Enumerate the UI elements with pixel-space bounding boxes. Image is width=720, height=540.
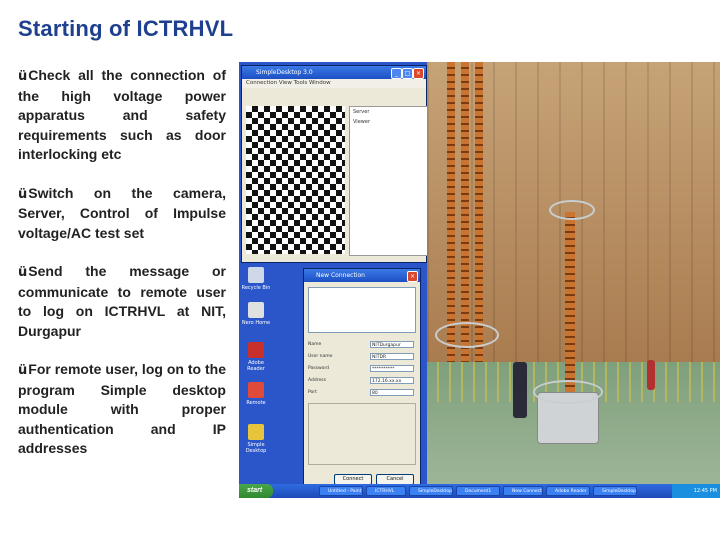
maximize-button[interactable]: □ (402, 68, 413, 79)
remote-icon (248, 382, 264, 398)
remote-view-canvas[interactable] (246, 106, 345, 254)
recycle-bin-icon (248, 267, 264, 283)
taskbar-item[interactable]: Adobe Reader (546, 486, 590, 496)
menu-bar[interactable]: Connection View Tools Window (242, 79, 426, 88)
field-row: Port 80 (308, 389, 416, 397)
close-button[interactable]: × (413, 68, 424, 79)
field-label: Name (308, 342, 322, 347)
field-row: Address 172.16.xx.xx (308, 377, 416, 385)
connection-list[interactable] (308, 287, 416, 333)
address-field[interactable]: 172.16.xx.xx (370, 377, 414, 384)
nero-icon (248, 302, 264, 318)
username-field[interactable]: NITDR (370, 353, 414, 360)
impulse-column (447, 62, 455, 362)
bullet-text: Send the message or communicate to remot… (18, 263, 226, 339)
bullet-text: For remote user, log on to the program S… (18, 361, 226, 456)
desktop-icon-nero[interactable]: Nero Home (241, 302, 271, 326)
check-icon: ü (18, 69, 28, 84)
taskbar-item[interactable]: New Connection (503, 486, 543, 496)
corona-ring (549, 200, 595, 220)
field-row: Password ********** (308, 365, 416, 373)
options-group (308, 403, 416, 465)
side-item-server[interactable]: Server (350, 107, 427, 117)
desktop-icon-label: Recycle Bin (241, 285, 271, 291)
simple-desktop-icon (248, 424, 264, 440)
field-label: User name (308, 354, 333, 359)
dialog-title: New Connection (316, 272, 365, 279)
connection-panel: Server Viewer (349, 106, 428, 256)
slide-title: Starting of ICTRHVL (18, 16, 234, 41)
bullet-list: üCheck all the connection of the high vo… (18, 66, 226, 478)
new-connection-dialog: New Connection × Name NITDurgapur User n… (303, 268, 421, 491)
field-label: Port (308, 390, 317, 395)
impulse-column (475, 62, 483, 362)
corona-ring (533, 380, 603, 404)
desktop-icon-label: Adobe Reader (247, 360, 265, 372)
bullet-item: üFor remote user, log on to the program … (18, 360, 226, 459)
dialog-close-button[interactable]: × (407, 271, 418, 282)
taskbar-item[interactable]: ICTRHVL (366, 486, 406, 496)
desktop-icon-label: Simple Desktop (245, 442, 267, 454)
fire-extinguisher (647, 360, 655, 390)
desktop-icon-label: Remote (246, 400, 266, 406)
window-title: SimpleDesktop 3.0 (256, 69, 313, 76)
bullet-item: üSwitch on the camera, Server, Control o… (18, 184, 226, 244)
bullet-text: Switch on the camera, Server, Control of… (18, 184, 226, 241)
bullet-item: üSend the message or communicate to remo… (18, 262, 226, 341)
desktop-icon-recycle[interactable]: Recycle Bin (241, 267, 271, 291)
field-label: Address (308, 378, 326, 383)
check-icon: ü (18, 363, 28, 378)
name-field[interactable]: NITDurgapur (370, 341, 414, 348)
person (513, 362, 527, 418)
lab-photo (427, 62, 720, 484)
bullet-item: üCheck all the connection of the high vo… (18, 66, 226, 165)
system-tray: 12:45 PM (672, 484, 720, 498)
divider-column (565, 212, 575, 402)
start-button[interactable]: start (239, 484, 273, 498)
simpledesktop-window: SimpleDesktop 3.0 _ □ × Connection View … (241, 65, 428, 263)
taskbar-item[interactable]: Untitled - Paint (319, 486, 363, 496)
desktop-icon-adobe[interactable]: Adobe Reader (241, 342, 271, 372)
taskbar-item[interactable]: SimpleDesktop 3 (593, 486, 637, 496)
taskbar-item[interactable]: SimpleDesktop (409, 486, 453, 496)
taskbar: start Untitled - Paint ICTRHVL SimpleDes… (239, 484, 720, 498)
desktop-icon-label: Nero Home (241, 320, 271, 326)
bullet-text: Check all the connection of the high vol… (18, 67, 226, 162)
password-field[interactable]: ********** (370, 365, 414, 372)
check-icon: ü (18, 265, 28, 280)
minimize-button[interactable]: _ (391, 68, 402, 79)
dialog-titlebar: New Connection × (304, 269, 420, 282)
port-field[interactable]: 80 (370, 389, 414, 396)
window-titlebar: SimpleDesktop 3.0 _ □ × (242, 66, 426, 79)
desktop-icon-simple[interactable]: Simple Desktop (241, 424, 271, 454)
side-item-viewer[interactable]: Viewer (350, 117, 427, 127)
field-label: Password (308, 366, 330, 371)
taskbar-item[interactable]: Document1 (456, 486, 500, 496)
check-icon: ü (18, 186, 28, 202)
adobe-reader-icon (248, 342, 264, 358)
field-row: Name NITDurgapur (308, 341, 416, 349)
impulse-column (461, 62, 469, 362)
desktop-icon-remote[interactable]: Remote (241, 382, 271, 406)
field-row: User name NITDR (308, 353, 416, 361)
corona-ring (435, 322, 499, 348)
